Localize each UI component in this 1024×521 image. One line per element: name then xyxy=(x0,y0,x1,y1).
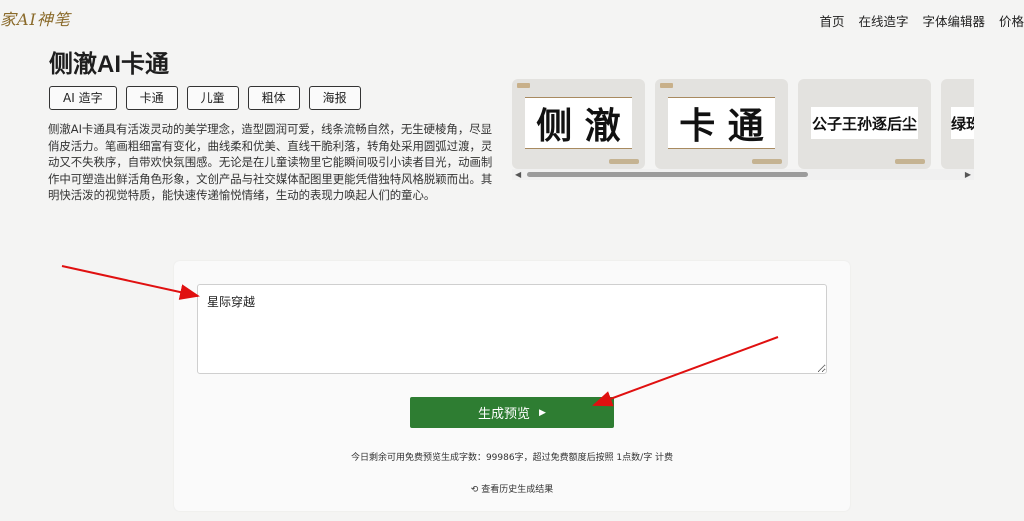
tag-poster[interactable]: 海报 xyxy=(308,86,361,110)
preview-text: 绿珠 xyxy=(951,107,974,139)
page-title: 侧澈AI卡通 xyxy=(49,51,169,78)
carousel-scrollbar[interactable]: ◀ ▶ xyxy=(512,169,974,180)
generate-preview-button[interactable]: 生成预览 ▶ xyxy=(410,397,614,428)
play-triangle-icon: ▶ xyxy=(539,407,546,418)
watermark-logo xyxy=(752,159,782,164)
preview-card[interactable]: 公子王孙逐后尘 xyxy=(798,79,931,169)
tag-children[interactable]: 儿童 xyxy=(186,86,239,110)
tag-ai-font[interactable]: AI 造字 xyxy=(49,86,117,110)
history-label: 查看历史生成结果 xyxy=(481,485,554,495)
top-nav: 首页 在线造字 字体编辑器 价格 xyxy=(819,11,1024,30)
preview-card[interactable]: 卡 通 xyxy=(655,79,788,169)
font-description: 侧澈AI卡通具有活泼灵动的美学理念，造型圆润可爱，线条流畅自然，无生硬棱角，尽显… xyxy=(48,122,493,203)
quota-info: 今日剩余可用免费预览生成字数：99986字，超过免费额度后按照 1点数/字 计费 xyxy=(350,453,674,463)
scroll-right-icon[interactable]: ▶ xyxy=(965,170,971,179)
scroll-left-icon[interactable]: ◀ xyxy=(515,170,521,179)
generator-panel: 星际穿越 生成预览 ▶ 今日剩余可用免费预览生成字数：99986字，超过免费额度… xyxy=(174,261,850,511)
brand-logo[interactable]: 家AI神笔 xyxy=(0,6,71,30)
preview-text: 公子王孙逐后尘 xyxy=(811,107,918,139)
nav-online-font-creation[interactable]: 在线造字 xyxy=(858,11,908,30)
scrollbar-thumb[interactable] xyxy=(527,172,808,177)
nav-pricing[interactable]: 价格 xyxy=(999,11,1024,30)
history-icon: ⟲ xyxy=(470,485,479,495)
tag-list: AI 造字 卡通 儿童 粗体 海报 xyxy=(49,86,361,110)
watermark-logo xyxy=(895,159,925,164)
card-badge xyxy=(517,83,530,88)
card-badge xyxy=(660,83,673,88)
preview-carousel[interactable]: 侧 澈 卡 通 公子王孙逐后尘 绿珠 xyxy=(512,79,974,181)
history-link[interactable]: ⟲ 查看历史生成结果 xyxy=(174,482,850,495)
preview-card[interactable]: 侧 澈 xyxy=(512,79,645,169)
preview-card[interactable]: 绿珠 xyxy=(941,79,974,169)
text-input[interactable]: 星际穿越 xyxy=(197,284,827,374)
nav-home[interactable]: 首页 xyxy=(819,11,844,30)
generate-label: 生成预览 xyxy=(478,407,531,422)
preview-text: 卡 通 xyxy=(668,97,775,149)
tag-cartoon[interactable]: 卡通 xyxy=(125,86,178,110)
watermark-logo xyxy=(609,159,639,164)
tag-bold[interactable]: 粗体 xyxy=(247,86,300,110)
preview-text: 侧 澈 xyxy=(525,97,632,149)
nav-font-editor[interactable]: 字体编辑器 xyxy=(922,11,985,30)
